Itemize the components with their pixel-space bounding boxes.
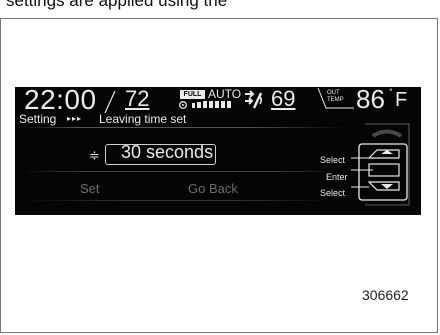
temp-unit: F bbox=[395, 89, 408, 111]
outside-temp-label: OUT TEMP bbox=[327, 90, 344, 103]
set-button[interactable]: Set bbox=[80, 181, 100, 196]
fan-speed-icon bbox=[179, 101, 231, 109]
breadcrumb-current: Leaving time set bbox=[99, 112, 187, 126]
fan-auto-label: AUTO bbox=[208, 87, 242, 101]
display-screen: 22:00 72 FULL AUTO 69 OUT TEMP 86 ° F Se… bbox=[15, 84, 421, 215]
degree-symbol: ° bbox=[389, 87, 393, 97]
time-value: 30 seconds bbox=[121, 142, 214, 162]
passenger-temp: 69 bbox=[271, 86, 296, 111]
up-down-arrow-icon: ≑ bbox=[89, 148, 100, 163]
caption-partial: settings are applied using the bbox=[6, 0, 228, 10]
outside-temp-value: 86 bbox=[356, 84, 385, 114]
climate-status-bar: 22:00 72 FULL AUTO 69 OUT TEMP 86 ° F bbox=[15, 84, 421, 115]
enter-label: Enter bbox=[326, 172, 348, 182]
steering-switch-diagram bbox=[351, 123, 410, 206]
breadcrumb-arrows-icon: ▸▸▸ bbox=[67, 114, 83, 123]
breadcrumb-root: Setting bbox=[19, 112, 57, 126]
divider-slash-icon bbox=[104, 90, 116, 114]
select-up-label: Select bbox=[320, 155, 346, 165]
row-divider bbox=[25, 171, 335, 172]
airflow-mode-icon bbox=[245, 90, 263, 109]
figure-code: 306662 bbox=[362, 287, 409, 303]
select-down-label: Select bbox=[320, 188, 346, 198]
go-back-button[interactable]: Go Back bbox=[188, 181, 238, 196]
fan-full-badge: FULL bbox=[180, 90, 205, 99]
driver-temp: 72 bbox=[125, 86, 150, 111]
bottom-divider bbox=[25, 200, 335, 201]
header-divider bbox=[15, 127, 345, 128]
